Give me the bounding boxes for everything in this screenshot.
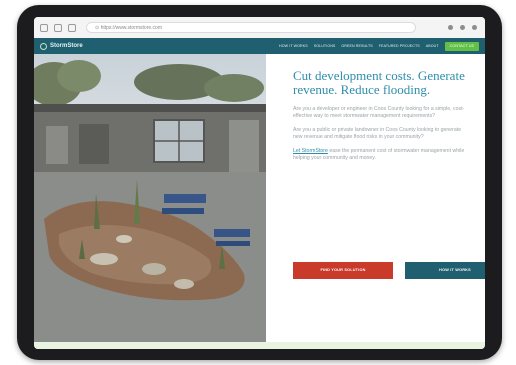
logo-text: StormStore — [50, 43, 83, 49]
menu-dots-icon[interactable] — [472, 25, 477, 30]
cta-row: FIND YOUR SOLUTION HOW IT WORKS — [293, 262, 485, 279]
forward-icon[interactable] — [54, 23, 62, 32]
logo-icon — [40, 42, 47, 50]
menu-item-about[interactable]: ABOUT — [426, 44, 439, 48]
address-bar[interactable]: ⊙ https://www.stormstore.com — [86, 22, 416, 33]
how-it-works-button[interactable]: HOW IT WORKS — [405, 262, 485, 279]
refresh-icon[interactable] — [68, 23, 76, 32]
hero-headline: Cut development costs. Generate revenue.… — [293, 68, 465, 97]
browser-toolbar: ⊙ https://www.stormstore.com — [34, 17, 485, 39]
back-icon[interactable] — [40, 23, 48, 32]
next-section-strip — [34, 342, 485, 349]
tablet-screen: ⊙ https://www.stormstore.com StormStore … — [34, 17, 485, 349]
hero-paragraph-stormstore: Let StormStore ease the permanent cost o… — [293, 148, 468, 162]
hero-paragraph-landowners: Are you a public or private landowner in… — [293, 127, 462, 140]
menu-item-featured-projects[interactable]: FEATURED PROJECTS — [379, 44, 420, 48]
menu-item-green-results[interactable]: GREEN RESULTS — [341, 44, 372, 48]
hero-content: Cut development costs. Generate revenue.… — [278, 54, 485, 344]
browser-tools — [448, 25, 477, 30]
menu-item-how-it-works[interactable]: HOW IT WORKS — [279, 44, 308, 48]
hero-paragraph-developers: Are you a developer or engineer in Coos … — [293, 106, 465, 119]
site-header: StormStore HOW IT WORKS SOLUTIONS GREEN … — [34, 38, 485, 54]
contact-button[interactable]: CONTACT US — [444, 41, 479, 51]
stormstore-link[interactable]: Let StormStore — [293, 148, 328, 154]
courtyard-garden-image — [34, 60, 266, 342]
tablet-frame: ⊙ https://www.stormstore.com StormStore … — [17, 5, 502, 360]
site-logo[interactable]: StormStore — [40, 42, 83, 50]
hero-photo — [34, 54, 266, 342]
browser-nav-buttons — [40, 23, 76, 32]
extension-icon[interactable] — [460, 25, 465, 30]
star-icon[interactable] — [448, 25, 453, 30]
find-solution-button[interactable]: FIND YOUR SOLUTION — [293, 262, 393, 279]
main-menu: HOW IT WORKS SOLUTIONS GREEN RESULTS FEA… — [279, 44, 439, 48]
menu-item-solutions[interactable]: SOLUTIONS — [314, 44, 336, 48]
